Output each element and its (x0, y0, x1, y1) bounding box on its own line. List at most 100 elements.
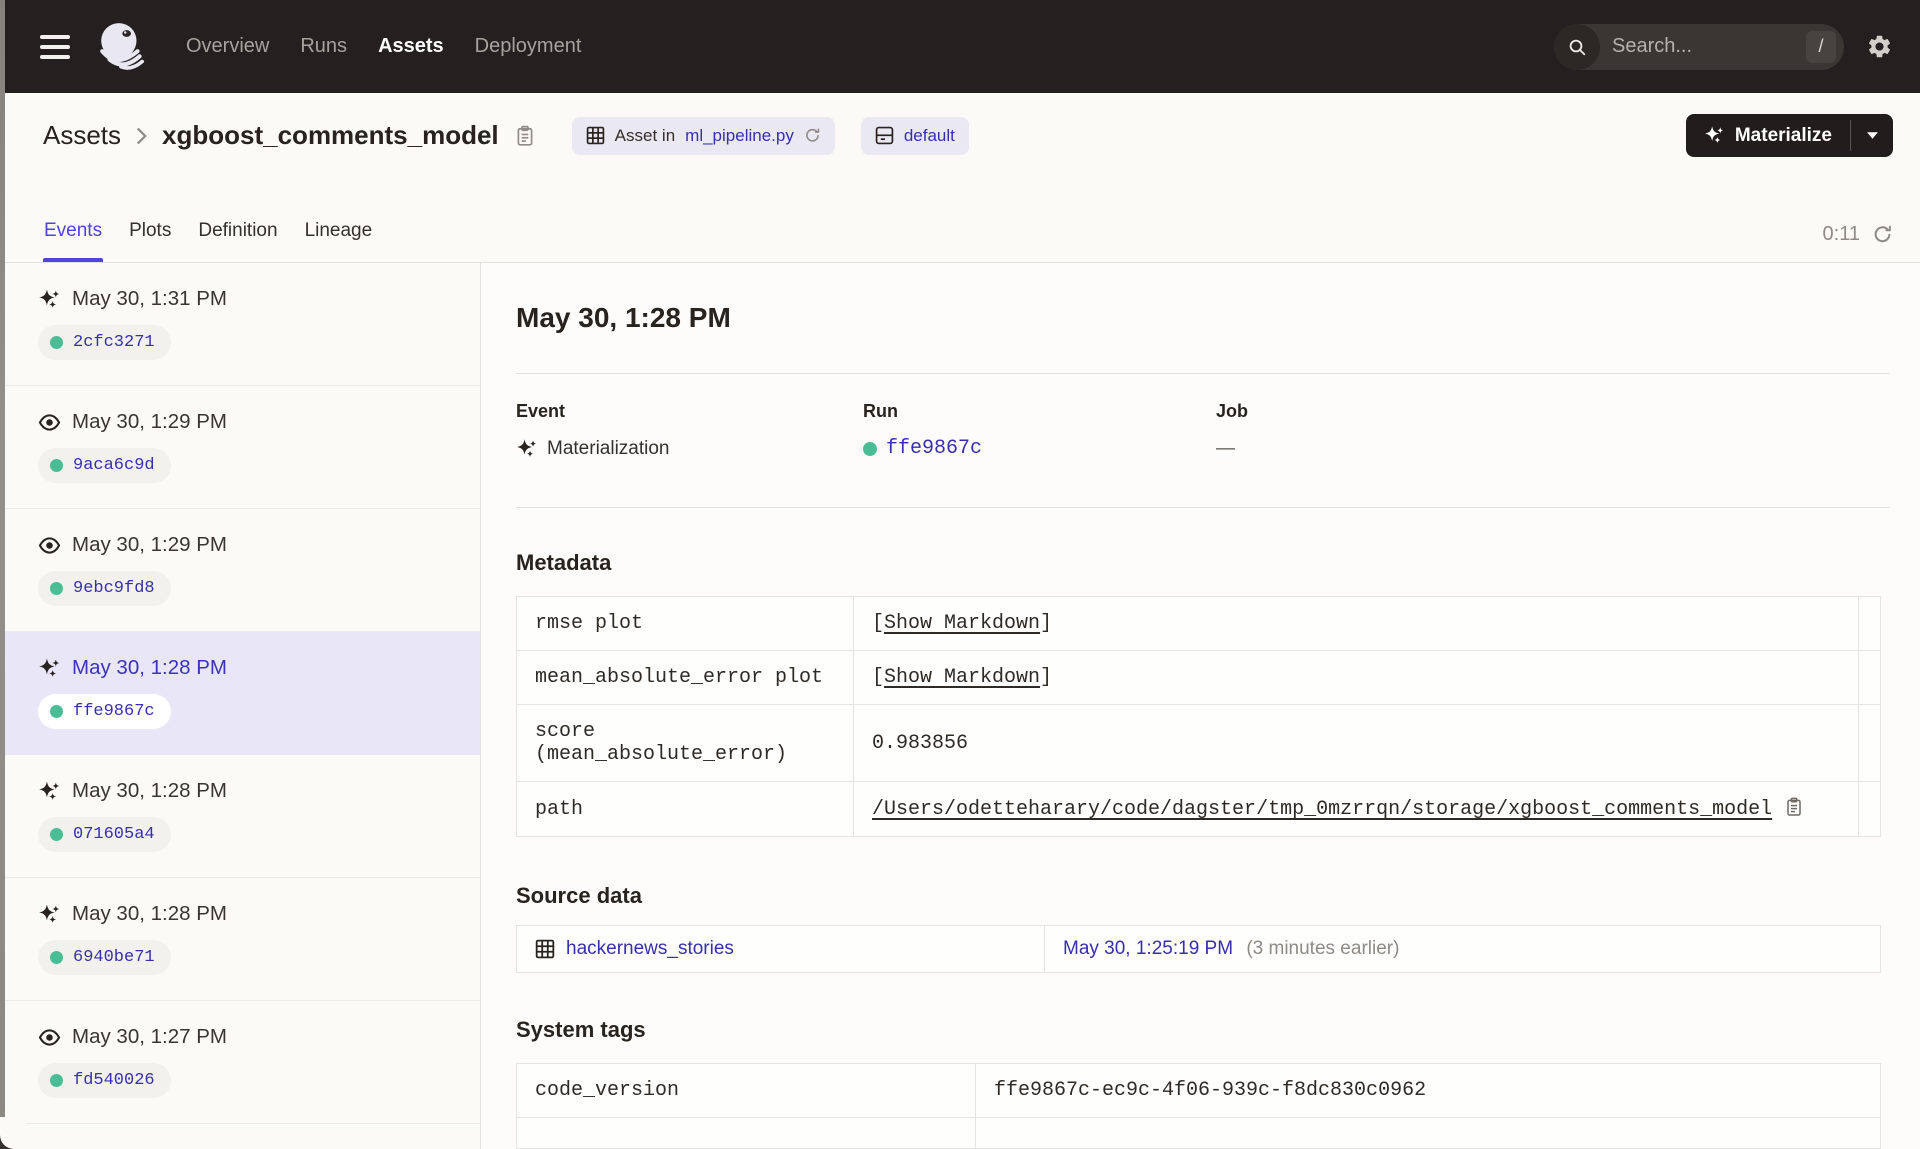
asset-header: Assets xgboost_comments_model Asset in m… (0, 93, 1920, 178)
code-location-link[interactable]: ml_pipeline.py (685, 126, 794, 146)
event-list-item[interactable]: May 30, 1:28 PM 6940be71 (0, 878, 480, 1001)
materialization-sparkle-icon (39, 780, 60, 800)
search-input[interactable] (1600, 35, 1806, 58)
run-id-pill[interactable]: 2cfc3271 (38, 325, 171, 360)
materialize-main-button[interactable]: Materialize (1686, 114, 1850, 157)
source-data-heading: Source data (516, 883, 642, 908)
sparkle-icon (1704, 126, 1724, 144)
event-list: May 30, 1:31 PM 2cfc3271 May 30, 1:29 PM… (0, 263, 481, 1149)
run-id-pill[interactable]: 6940be71 (38, 940, 171, 975)
run-status-dot (863, 442, 877, 456)
run-id-pill[interactable]: 9aca6c9d (38, 448, 171, 483)
run-id-link[interactable]: ffe9867c (886, 437, 982, 461)
run-column-label: Run (863, 401, 898, 421)
run-id-link[interactable]: 071605a4 (73, 825, 155, 844)
refresh-icon[interactable] (1872, 224, 1893, 245)
run-id-link[interactable]: 2cfc3271 (73, 333, 155, 352)
event-list-item[interactable]: May 30, 1:28 PM ffe9867c (0, 632, 480, 755)
source-timestamp-link[interactable]: May 30, 1:25:19 PM (1063, 938, 1233, 959)
run-id-link[interactable]: 9aca6c9d (73, 456, 155, 475)
asset-location-badge[interactable]: Asset in ml_pipeline.py (571, 116, 835, 155)
metadata-text-value: 0.983856 (872, 731, 969, 755)
run-id-pill[interactable]: 9ebc9fd8 (38, 571, 171, 606)
metadata-key: rmse plot (516, 596, 854, 651)
dagster-logo[interactable] (96, 20, 150, 74)
nav-item-runs[interactable]: Runs (300, 35, 347, 58)
event-list-item[interactable]: May 30, 1:28 PM 071605a4 (0, 755, 480, 878)
run-id-pill[interactable]: ffe9867c (38, 694, 171, 729)
tab-plots[interactable]: Plots (128, 220, 172, 262)
asset-group-link[interactable]: default (904, 126, 955, 146)
materialize-label: Materialize (1734, 124, 1832, 146)
table-row-partial (516, 1117, 1881, 1149)
metadata-value: 0.983856 (853, 704, 1859, 782)
bracket: [ (872, 666, 885, 689)
search-icon (1554, 23, 1600, 70)
search-box[interactable]: / (1554, 23, 1844, 70)
asset-group-badge[interactable]: default (860, 116, 969, 155)
event-list-item[interactable]: May 30, 1:29 PM 9ebc9fd8 (0, 509, 480, 632)
run-id-link[interactable]: 6940be71 (73, 948, 155, 967)
divider (516, 373, 1890, 374)
copy-asset-name-icon[interactable] (514, 125, 536, 147)
run-id-pill[interactable]: fd540026 (38, 1063, 171, 1098)
breadcrumb-assets-link[interactable]: Assets (43, 120, 121, 151)
show-markdown-link[interactable]: Show Markdown (884, 612, 1040, 635)
table-spacer-cell (1858, 650, 1881, 705)
window-corner-mask (0, 1117, 26, 1149)
event-list-item[interactable]: May 30, 1:31 PM 2cfc3271 (0, 263, 480, 386)
chevron-down-icon (1866, 132, 1878, 139)
run-status-dot (50, 1074, 63, 1087)
run-id-link[interactable]: ffe9867c (73, 702, 155, 721)
nav-item-deployment[interactable]: Deployment (475, 35, 582, 58)
metadata-key: path (516, 781, 854, 837)
bracket: ] (1040, 612, 1053, 635)
event-list-item[interactable]: May 30, 1:29 PM 9aca6c9d (0, 386, 480, 509)
event-timestamp: May 30, 1:28 PM (72, 902, 227, 925)
table-icon (535, 939, 555, 959)
hamburger-menu-icon[interactable] (40, 34, 70, 59)
table-row: score (mean_absolute_error) 0.983856 (516, 704, 1881, 782)
reload-location-icon[interactable] (804, 127, 821, 144)
table-row: hackernews_stories May 30, 1:25:19 PM (3… (516, 925, 1881, 973)
top-nav: Overview Runs Assets Deployment / (0, 0, 1920, 93)
asset-group-icon (875, 126, 894, 145)
nav-item-overview[interactable]: Overview (186, 35, 269, 58)
event-timestamp: May 30, 1:27 PM (72, 1025, 227, 1048)
materialization-sparkle-icon (39, 288, 60, 308)
copy-path-icon[interactable] (1784, 797, 1804, 817)
table-row: code_version ffe9867c-ec9c-4f06-939c-f8d… (516, 1063, 1881, 1118)
run-id-pill[interactable]: 071605a4 (38, 817, 171, 852)
run-status-dot (50, 705, 63, 718)
event-detail-panel: May 30, 1:28 PM Event Materialization Ru… (481, 263, 1920, 1149)
run-status-dot (50, 951, 63, 964)
tag-value (975, 1117, 1881, 1149)
show-markdown-link[interactable]: Show Markdown (884, 666, 1040, 689)
path-link[interactable]: /Users/odetteharary/code/dagster/tmp_0mz… (872, 798, 1772, 821)
run-status-dot (50, 459, 63, 472)
materialize-dropdown-button[interactable] (1851, 114, 1893, 157)
event-timestamp: May 30, 1:28 PM (72, 779, 227, 802)
tag-key (516, 1117, 976, 1149)
event-list-item[interactable]: May 30, 1:27 PM fd540026 (0, 1001, 480, 1124)
materialize-button[interactable]: Materialize (1685, 114, 1893, 157)
tab-events[interactable]: Events (43, 220, 104, 262)
tab-lineage[interactable]: Lineage (304, 220, 374, 262)
tab-definition[interactable]: Definition (197, 220, 278, 262)
metadata-value: /Users/odetteharary/code/dagster/tmp_0mz… (853, 781, 1859, 837)
observation-eye-icon (38, 413, 61, 431)
run-status-dot (50, 336, 63, 349)
settings-gear-icon[interactable] (1866, 33, 1893, 60)
table-icon (586, 126, 604, 145)
dagster-app-window: Overview Runs Assets Deployment / Assets… (0, 0, 1920, 1149)
run-status-dot (50, 828, 63, 841)
system-tags-table: code_version ffe9867c-ec9c-4f06-939c-f8d… (516, 1063, 1881, 1149)
observation-eye-icon (38, 1028, 61, 1046)
nav-item-assets[interactable]: Assets (378, 35, 444, 58)
run-id-link[interactable]: 9ebc9fd8 (73, 579, 155, 598)
run-id-link[interactable]: fd540026 (73, 1071, 155, 1090)
source-data-table: hackernews_stories May 30, 1:25:19 PM (3… (516, 925, 1881, 973)
table-spacer-cell (1858, 781, 1881, 837)
source-asset-link[interactable]: hackernews_stories (566, 938, 734, 960)
event-type-value: Materialization (547, 438, 670, 459)
